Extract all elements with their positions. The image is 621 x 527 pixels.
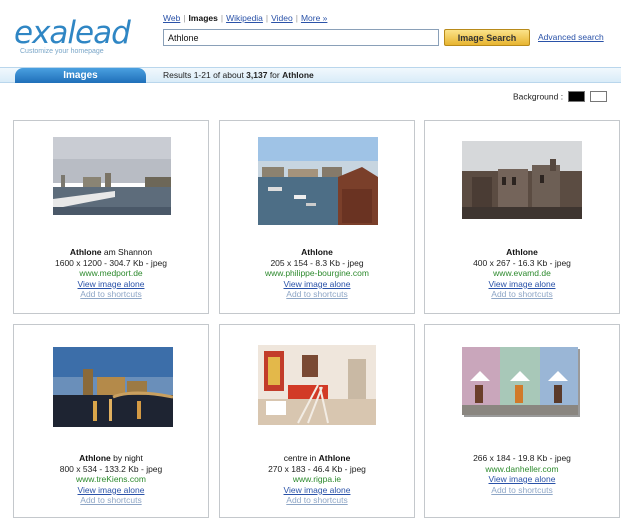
result-title[interactable]: centre in Athlone bbox=[220, 453, 414, 464]
result-url[interactable]: www.rigpa.ie bbox=[220, 474, 414, 485]
background-selector: Background : bbox=[513, 91, 608, 103]
add-to-shortcuts-link[interactable]: Add to shortcuts bbox=[220, 495, 414, 506]
tab-more[interactable]: More » bbox=[301, 13, 327, 23]
result-caption: 266 x 184 - 19.8 Kb - jpeg www.danheller… bbox=[425, 453, 619, 495]
result-title[interactable]: Athlone bbox=[425, 247, 619, 258]
tab-web[interactable]: Web bbox=[163, 13, 180, 23]
add-to-shortcuts-link[interactable]: Add to shortcuts bbox=[14, 495, 208, 506]
add-to-shortcuts-link[interactable]: Add to shortcuts bbox=[425, 485, 619, 496]
results-summary: Results 1-21 of about 3,137 for Athlone bbox=[163, 70, 314, 80]
nav-separator: | bbox=[220, 13, 224, 23]
background-black-swatch[interactable] bbox=[568, 91, 586, 103]
nav-separator: | bbox=[183, 13, 186, 23]
nav-separator: | bbox=[295, 13, 298, 23]
add-to-shortcuts-link[interactable]: Add to shortcuts bbox=[425, 289, 619, 300]
result-url[interactable]: www.philippe-bourgine.com bbox=[220, 268, 414, 279]
result-url[interactable]: www.evamd.de bbox=[425, 268, 619, 279]
image-result-card: centre in Athlone 270 x 183 - 46.4 Kb - … bbox=[219, 324, 415, 518]
search-input[interactable] bbox=[163, 29, 439, 46]
result-meta: 205 x 154 - 8.3 Kb - jpeg bbox=[270, 257, 364, 268]
result-caption: Athlone 205 x 154 - 8.3 Kb - jpeg www.ph… bbox=[220, 247, 414, 300]
result-caption: Athlone by night 800 x 534 - 133.2 Kb - … bbox=[14, 453, 208, 506]
view-image-alone-link[interactable]: View image alone bbox=[220, 279, 414, 290]
results-bar: Images Results 1-21 of about 3,137 for A… bbox=[0, 67, 621, 83]
result-url[interactable]: www.medport.de bbox=[14, 268, 208, 279]
background-white-swatch[interactable] bbox=[590, 91, 608, 103]
result-meta: 800 x 534 - 133.2 Kb - jpeg bbox=[59, 463, 163, 474]
background-label: Background : bbox=[513, 91, 564, 102]
result-title[interactable]: Athlone am Shannon bbox=[14, 247, 208, 258]
view-image-alone-link[interactable]: View image alone bbox=[220, 485, 414, 496]
logo-wordmark: exalead bbox=[14, 15, 131, 51]
image-search-button[interactable]: Image Search bbox=[444, 29, 530, 46]
results-prefix: Results 1-21 of about bbox=[163, 70, 247, 80]
result-title[interactable]: Athlone by night bbox=[14, 453, 208, 464]
result-thumbnail[interactable] bbox=[258, 345, 376, 425]
view-image-alone-link[interactable]: View image alone bbox=[14, 485, 208, 496]
results-count: 3,137 bbox=[246, 70, 268, 80]
image-result-card: Athlone by night 800 x 534 - 133.2 Kb - … bbox=[13, 324, 209, 518]
result-thumbnail[interactable] bbox=[258, 137, 378, 225]
result-title[interactable]: Athlone bbox=[220, 247, 414, 258]
add-to-shortcuts-link[interactable]: Add to shortcuts bbox=[14, 289, 208, 300]
result-caption: Athlone am Shannon 1600 x 1200 - 304.7 K… bbox=[14, 247, 208, 300]
image-result-card: Athlone am Shannon 1600 x 1200 - 304.7 K… bbox=[13, 120, 209, 314]
nav-separator: | bbox=[265, 13, 269, 23]
result-url[interactable]: www.treKiens.com bbox=[14, 474, 208, 485]
result-caption: centre in Athlone 270 x 183 - 46.4 Kb - … bbox=[220, 453, 414, 506]
image-result-card: Athlone 400 x 267 - 16.3 Kb - jpeg www.e… bbox=[424, 120, 620, 314]
tab-images[interactable]: Images bbox=[189, 13, 218, 23]
result-meta: 266 x 184 - 19.8 Kb - jpeg bbox=[473, 453, 571, 463]
result-thumbnail[interactable] bbox=[53, 347, 173, 427]
view-image-alone-link[interactable]: View image alone bbox=[425, 474, 619, 485]
result-caption: Athlone 400 x 267 - 16.3 Kb - jpeg www.e… bbox=[425, 247, 619, 300]
exalead-logo[interactable]: exalead Customize your homepage bbox=[14, 16, 140, 66]
result-meta: 270 x 183 - 46.4 Kb - jpeg bbox=[268, 463, 366, 474]
results-for: for bbox=[267, 70, 283, 80]
result-meta: 400 x 267 - 16.3 Kb - jpeg bbox=[473, 257, 571, 268]
result-thumbnail[interactable] bbox=[462, 141, 582, 219]
search-type-nav: Web | Images | Wikipedia | Video | More » bbox=[163, 13, 327, 27]
image-result-card: 266 x 184 - 19.8 Kb - jpeg www.danheller… bbox=[424, 324, 620, 518]
view-image-alone-link[interactable]: View image alone bbox=[425, 279, 619, 290]
result-thumbnail[interactable] bbox=[460, 345, 584, 423]
results-query: Athlone bbox=[282, 70, 314, 80]
add-to-shortcuts-link[interactable]: Add to shortcuts bbox=[220, 289, 414, 300]
images-section-tab[interactable]: Images bbox=[15, 68, 146, 83]
result-meta: 1600 x 1200 - 304.7 Kb - jpeg bbox=[55, 257, 167, 268]
image-result-card: Athlone 205 x 154 - 8.3 Kb - jpeg www.ph… bbox=[219, 120, 415, 314]
result-url[interactable]: www.danheller.com bbox=[425, 464, 619, 475]
result-thumbnail[interactable] bbox=[53, 137, 171, 215]
image-results-grid: Athlone am Shannon 1600 x 1200 - 304.7 K… bbox=[13, 120, 621, 520]
tab-wikipedia[interactable]: Wikipedia bbox=[226, 13, 263, 23]
tab-video[interactable]: Video bbox=[271, 13, 293, 23]
advanced-search-link[interactable]: Advanced search bbox=[538, 32, 604, 42]
view-image-alone-link[interactable]: View image alone bbox=[14, 279, 208, 290]
